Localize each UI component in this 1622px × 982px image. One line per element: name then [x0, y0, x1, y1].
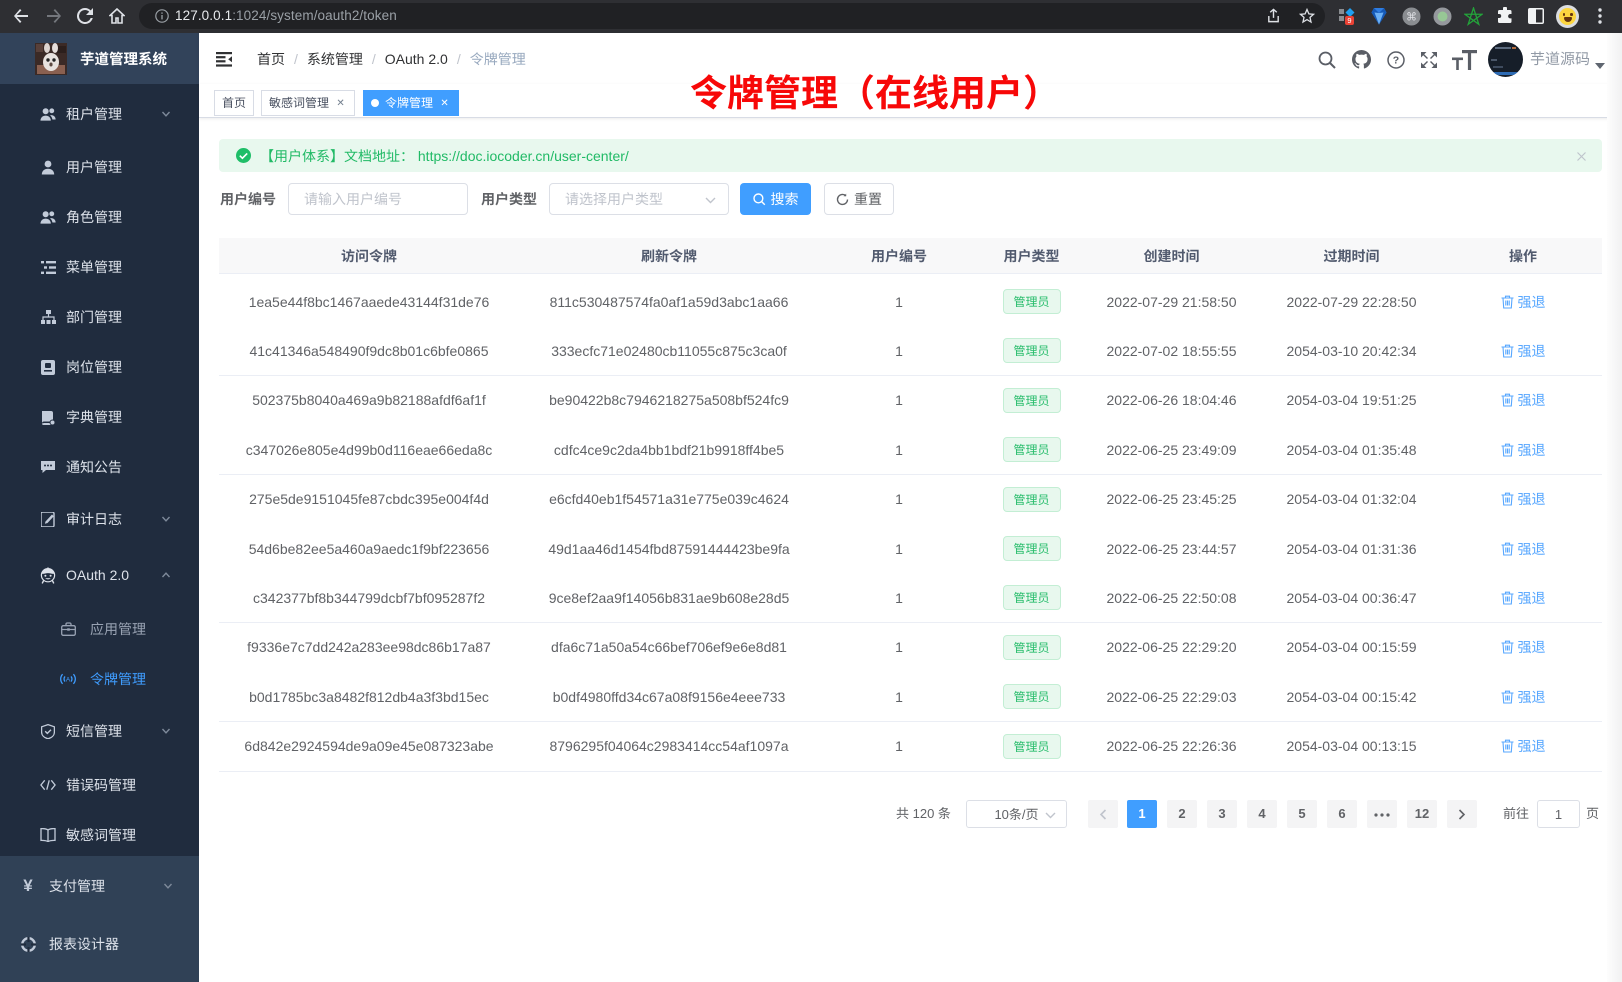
svg-text:?: ? — [1393, 55, 1399, 67]
svg-text:A: A — [66, 677, 71, 684]
svg-text:9: 9 — [1347, 16, 1351, 25]
svg-text:⌘: ⌘ — [1406, 11, 1417, 23]
